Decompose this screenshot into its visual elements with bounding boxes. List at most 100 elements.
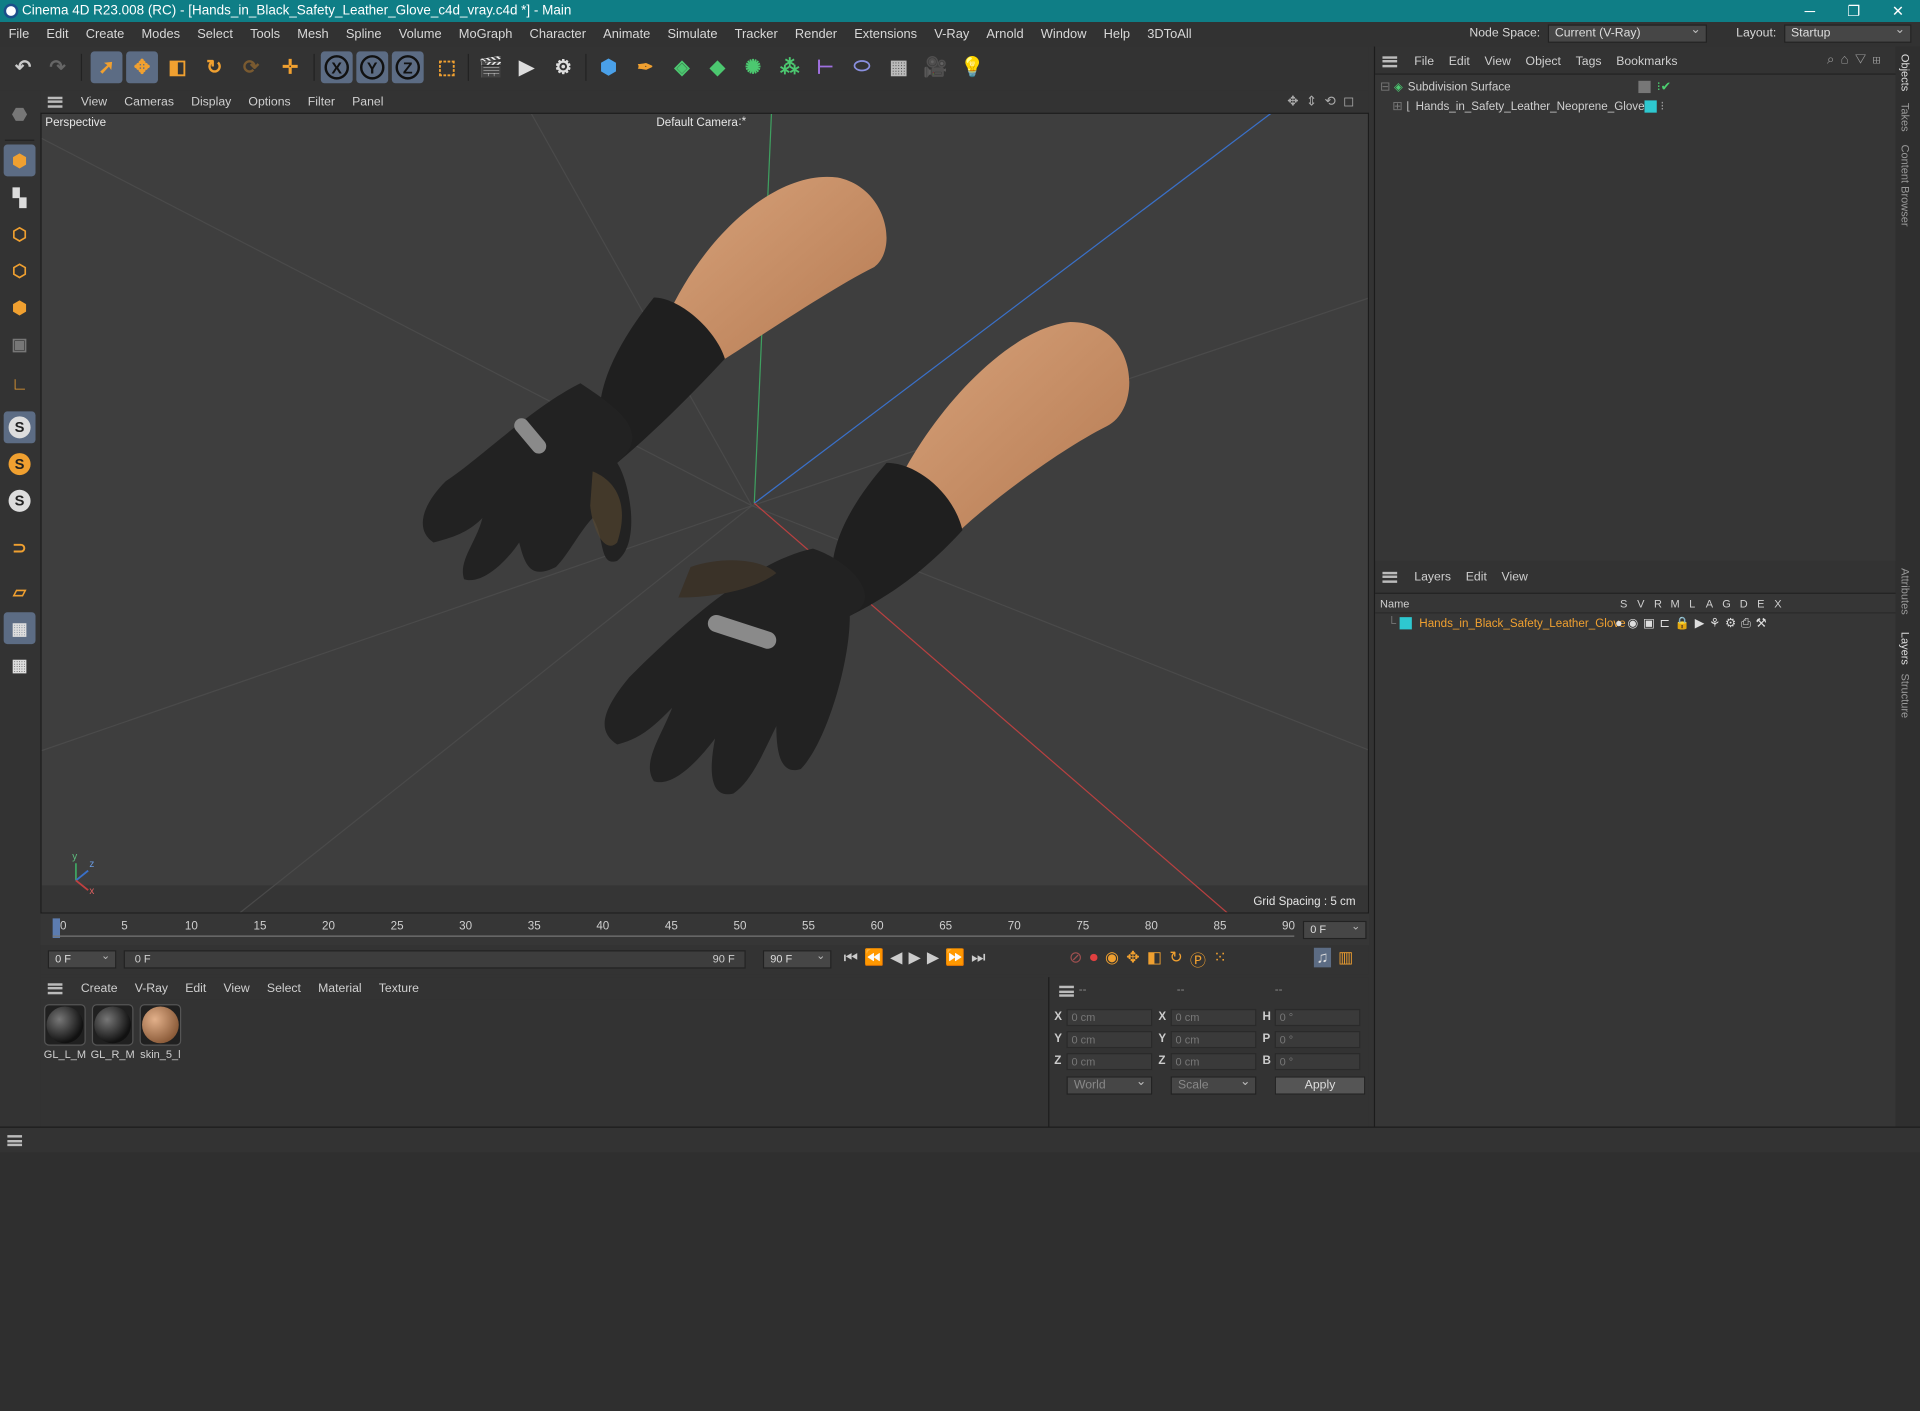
layer-swatch-icon[interactable] [1638, 80, 1651, 94]
go-to-start-icon[interactable]: ⏮ [844, 948, 858, 968]
workplane-snap-icon[interactable]: S [4, 485, 36, 517]
start-frame-field[interactable]: 0 F [47, 948, 117, 969]
menu-render[interactable]: Render [786, 27, 845, 42]
menu-character[interactable]: Character [521, 27, 595, 42]
go-to-end-icon[interactable]: ⏭ [971, 948, 985, 968]
material-item[interactable]: skin_5_l [138, 1004, 182, 1060]
menu-mograph[interactable]: MoGraph [450, 27, 521, 42]
layer-row[interactable]: └ Hands_in_Black_Safety_Leather_Glove ●◉… [1375, 613, 1897, 633]
viewport-menu-display[interactable]: Display [183, 95, 240, 108]
menu-edit[interactable]: Edit [38, 27, 77, 42]
obj-menu-tags[interactable]: Tags [1568, 54, 1609, 67]
recent-tools-icon[interactable]: ⟳ [235, 51, 267, 83]
menu-spline[interactable]: Spline [337, 27, 390, 42]
menu-extensions[interactable]: Extensions [846, 27, 926, 42]
magnet-icon[interactable]: ⊃ [4, 531, 36, 563]
mat-menu-edit[interactable]: Edit [177, 981, 215, 994]
z-axis-lock-button[interactable]: Z [391, 51, 424, 84]
deformer-icon[interactable]: ⊢ [809, 51, 841, 83]
play-icon[interactable]: ▶ [908, 948, 920, 968]
tab-attributes[interactable]: Attributes [1899, 568, 1911, 615]
viewport-menu-filter[interactable]: Filter [299, 95, 343, 108]
size-z-field[interactable]: 0 cm [1170, 1053, 1257, 1071]
select-cursor-icon[interactable]: ➚ [90, 51, 123, 84]
status-hamburger-icon[interactable] [7, 1135, 23, 1147]
render-picture-viewer-icon[interactable]: ▶ [511, 51, 543, 83]
make-editable-icon[interactable]: ⬣ [4, 98, 36, 130]
move-icon[interactable]: ✥ [126, 51, 158, 84]
node-space-dropdown[interactable]: Current (V-Ray) [1547, 22, 1707, 43]
key-scale-icon[interactable]: ◧ [1147, 948, 1162, 971]
menu-vray[interactable]: V-Ray [926, 27, 978, 42]
keyframe-selection-icon[interactable]: ◉ [1105, 948, 1119, 971]
key-parameter-icon[interactable]: Ⓟ [1190, 948, 1206, 971]
layer-flag-icons[interactable]: ●◉▣⊏🔒▶⚘⚙⎙⚒ [1615, 617, 1771, 630]
key-pla-icon[interactable]: ⁙ [1213, 948, 1226, 971]
menu-tracker[interactable]: Tracker [726, 27, 786, 42]
next-key-icon[interactable]: ⏩ [945, 948, 965, 968]
snap-settings-icon[interactable]: S [4, 448, 36, 480]
object-row-gloves[interactable]: ⊞ ⌊ Hands_in_Safety_Leather_Neoprene_Glo… [1375, 97, 1897, 117]
grid-plane-icon[interactable]: ▦ [3, 612, 36, 645]
locked-workplane-icon[interactable]: ▦ [4, 649, 36, 681]
obj-menu-view[interactable]: View [1477, 54, 1518, 67]
subdivision-surface-icon[interactable]: ◈ [666, 51, 698, 83]
menu-help[interactable]: Help [1095, 27, 1139, 42]
apply-button[interactable]: Apply [1274, 1076, 1366, 1095]
record-off-icon[interactable]: ⊘ [1069, 948, 1082, 971]
obj-menu-file[interactable]: File [1407, 54, 1441, 67]
next-frame-icon[interactable]: ▶ [927, 948, 939, 968]
tab-takes[interactable]: Takes [1899, 103, 1911, 132]
viewport-menu-cameras[interactable]: Cameras [116, 95, 183, 108]
rotate-icon[interactable]: ↻ [198, 51, 230, 83]
spline-pen-icon[interactable]: ✒ [629, 51, 661, 83]
obj-menu-bookmarks[interactable]: Bookmarks [1609, 54, 1685, 67]
mat-menu-view[interactable]: View [215, 981, 258, 994]
points-mode-icon[interactable]: ⬡ [4, 218, 36, 250]
render-view-icon[interactable]: 🎬 [475, 51, 507, 83]
mat-menu-create[interactable]: Create [72, 981, 126, 994]
layer-color-icon[interactable] [1644, 100, 1657, 113]
camera-icon[interactable]: 🎥 [920, 51, 952, 83]
field-icon[interactable]: ⬭ [846, 51, 878, 83]
key-position-icon[interactable]: ✥ [1126, 948, 1139, 971]
extrude-icon[interactable]: ◆ [702, 51, 734, 83]
workplane-icon[interactable]: ▱ [4, 576, 36, 608]
menu-modes[interactable]: Modes [133, 27, 189, 42]
tree-collapse-icon[interactable]: ⊟ [1380, 80, 1390, 93]
model-mode-icon[interactable]: ⬢ [3, 144, 36, 177]
material-hamburger-icon[interactable] [47, 982, 63, 994]
mat-menu-select[interactable]: Select [258, 981, 309, 994]
frame-range-slider[interactable]: 0 F 90 F [123, 950, 746, 969]
mograph-icon[interactable]: ⁂ [774, 51, 806, 83]
menu-3dtoall[interactable]: 3DToAll [1139, 27, 1200, 42]
layer-menu-layers[interactable]: Layers [1407, 570, 1458, 583]
position-y-field[interactable]: 0 cm [1066, 1031, 1153, 1049]
y-axis-lock-button[interactable]: Y [356, 51, 389, 84]
position-z-field[interactable]: 0 cm [1066, 1053, 1153, 1071]
coordinate-system-icon[interactable]: ⬚ [431, 51, 463, 83]
rotation-h-field[interactable]: 0 ° [1274, 1008, 1361, 1027]
mat-menu-texture[interactable]: Texture [370, 981, 427, 994]
camera-label[interactable]: Default Camera [656, 116, 737, 129]
menu-window[interactable]: Window [1032, 27, 1095, 42]
restore-button[interactable]: ❐ [1832, 0, 1876, 22]
object-row-subdivision[interactable]: ⊟ ◈ Subdivision Surface ⁝✔ [1375, 77, 1897, 97]
menu-tools[interactable]: Tools [242, 27, 289, 42]
viewport-menu-view[interactable]: View [72, 95, 115, 108]
edges-mode-icon[interactable]: ⬡ [4, 255, 36, 287]
size-x-field[interactable]: 0 cm [1170, 1008, 1257, 1027]
layout-dropdown[interactable]: Startup [1783, 22, 1912, 43]
timeline-window-icon[interactable]: ▥ [1338, 948, 1353, 968]
object-hamburger-icon[interactable] [1382, 55, 1398, 67]
end-frame-field[interactable]: 90 F [762, 948, 832, 969]
menu-select[interactable]: Select [189, 27, 242, 42]
enabled-check-icon[interactable]: ⁝✔ [1657, 80, 1671, 93]
3d-viewport[interactable]: Perspective Default Camera :* Grid Spaci… [40, 112, 1369, 914]
motion-tracks-icon[interactable]: ♫ [1313, 947, 1331, 968]
snap-icon[interactable]: S [3, 411, 36, 444]
mat-menu-material[interactable]: Material [310, 981, 371, 994]
menu-animate[interactable]: Animate [595, 27, 659, 42]
viewport-menu-options[interactable]: Options [240, 95, 299, 108]
x-axis-lock-button[interactable]: X [320, 51, 353, 84]
